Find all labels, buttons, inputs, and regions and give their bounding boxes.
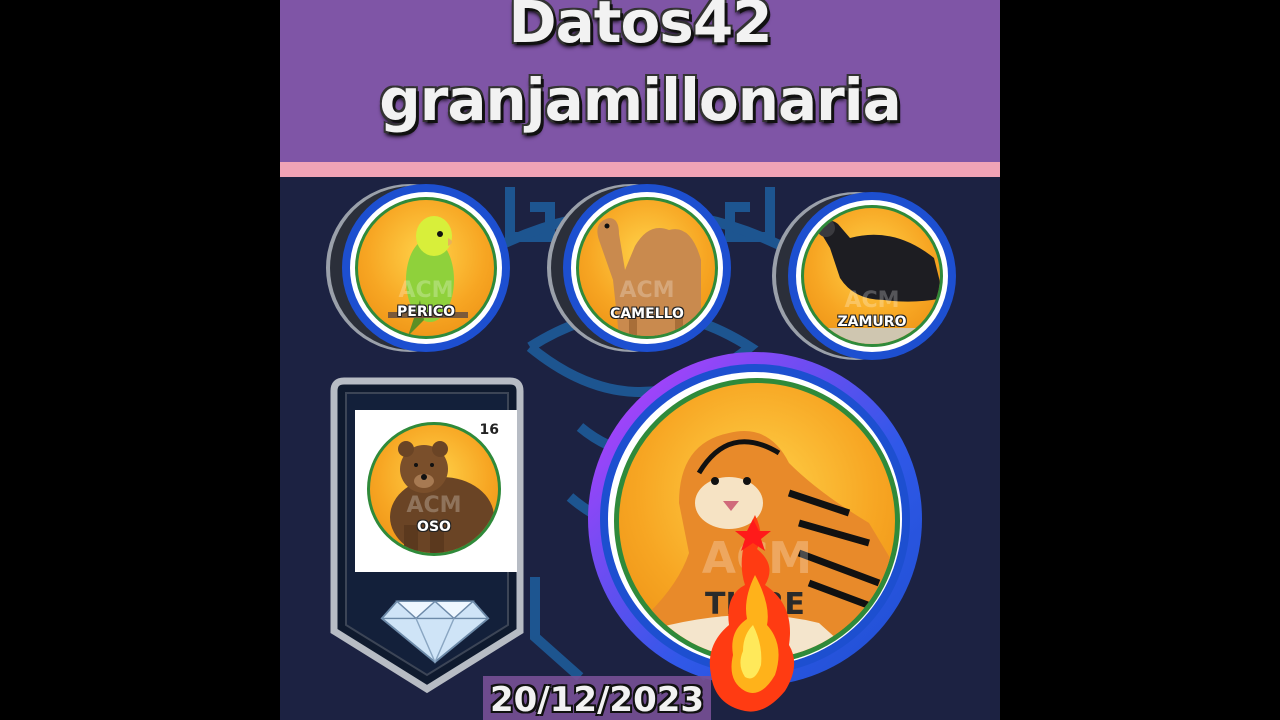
watermark: ACM	[619, 278, 675, 303]
medal-face: ACM CAMELLO	[571, 192, 723, 344]
header-divider	[280, 162, 1000, 177]
result-label-camello: CAMELLO	[610, 306, 684, 322]
date-text: 20/12/2023	[489, 680, 705, 720]
result-label-zamuro: ZAMURO	[837, 314, 907, 330]
featured-label-oso: OSO	[417, 519, 451, 535]
medal-face: ACM ZAMURO	[796, 200, 948, 352]
title-line-2: granjamillonaria	[379, 66, 902, 134]
watermark: ACM	[398, 278, 454, 303]
date-banner: 20/12/2023	[483, 676, 711, 720]
featured-card-oso: 16 ACM OSO	[355, 410, 517, 572]
header-banner: Datos42 granjamillonaria	[280, 0, 1000, 162]
fire-icon	[709, 515, 795, 712]
watermark: ACM	[844, 288, 900, 313]
diamond-icon	[380, 600, 490, 664]
title-line-1: Datos42	[508, 0, 772, 56]
medal-face: ACM PERICO	[350, 192, 502, 344]
result-label-perico: PERICO	[397, 304, 455, 320]
medal-face: ACM OSO	[367, 422, 501, 556]
promo-graphic: Datos42 granjamillonaria ACM PERICO ACM …	[280, 0, 1000, 720]
watermark: ACM	[406, 493, 462, 518]
